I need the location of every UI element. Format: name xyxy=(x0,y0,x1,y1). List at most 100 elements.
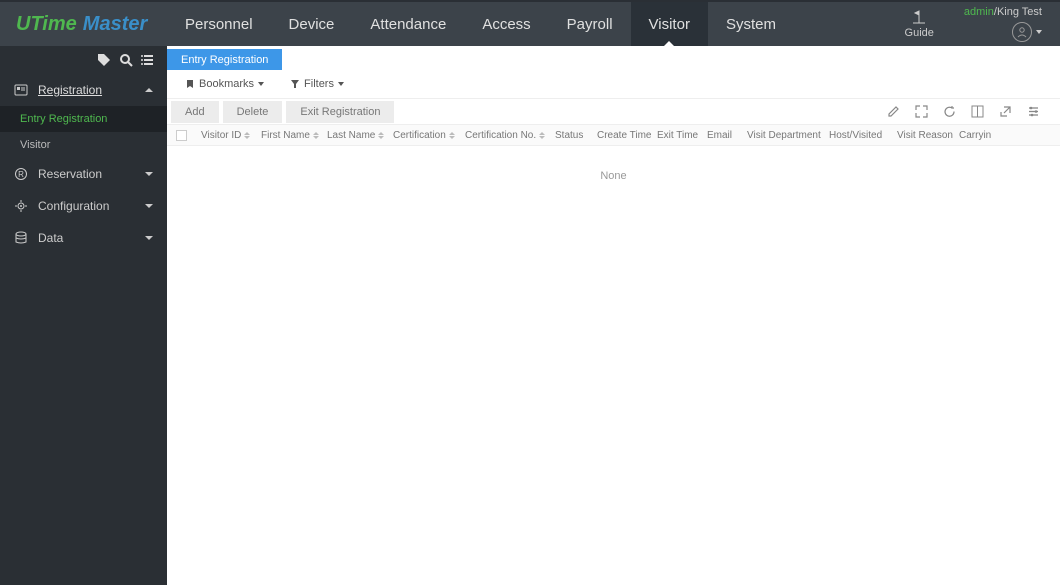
user-avatar-icon xyxy=(1012,22,1032,42)
sidebar-section-configuration[interactable]: Configuration xyxy=(0,190,167,222)
chevron-down-icon xyxy=(1036,30,1042,34)
sidebar-item-label: Registration xyxy=(38,83,135,97)
bookmarks-dropdown[interactable]: Bookmarks xyxy=(185,78,264,90)
column-header: Carryin xyxy=(953,130,989,141)
column-label: Email xyxy=(707,130,732,141)
logo-text-time: Time xyxy=(30,13,76,36)
sidebar: Registration Entry Registration Visitor … xyxy=(0,46,167,585)
column-header[interactable]: Certification No. xyxy=(459,130,549,141)
column-label: Certification No. xyxy=(465,130,536,141)
export-icon[interactable] xyxy=(998,105,1012,119)
sidebar-sub-entry-registration[interactable]: Entry Registration xyxy=(0,106,167,132)
nav-personnel[interactable]: Personnel xyxy=(167,2,271,46)
nav-payroll[interactable]: Payroll xyxy=(549,2,631,46)
data-icon xyxy=(14,231,28,245)
column-header[interactable]: Visitor ID xyxy=(195,130,255,141)
settings-icon[interactable] xyxy=(1026,105,1040,119)
main-nav: Personnel Device Attendance Access Payro… xyxy=(167,2,794,46)
list-icon[interactable] xyxy=(141,53,155,67)
button-label: Delete xyxy=(237,106,269,118)
main-area: Registration Entry Registration Visitor … xyxy=(0,46,1060,585)
tab-bar: Entry Registration xyxy=(167,46,1060,70)
refresh-icon[interactable] xyxy=(942,105,956,119)
column-label: Last Name xyxy=(327,130,375,141)
chevron-down-icon xyxy=(145,235,153,241)
column-label: Visit Reason xyxy=(897,130,953,141)
user-names: admin/King Test xyxy=(964,6,1042,18)
sort-icon xyxy=(539,132,545,139)
column-label: First Name xyxy=(261,130,310,141)
nav-label: System xyxy=(726,16,776,33)
tab-entry-registration[interactable]: Entry Registration xyxy=(167,49,282,70)
nav-system[interactable]: System xyxy=(708,2,794,46)
filters-dropdown[interactable]: Filters xyxy=(290,78,344,90)
toolbar-label: Bookmarks xyxy=(199,78,254,90)
sort-icon xyxy=(244,132,250,139)
column-header: Host/Visited xyxy=(823,130,891,141)
user-menu[interactable] xyxy=(1012,22,1042,42)
column-header[interactable]: Certification xyxy=(387,130,459,141)
search-icon[interactable] xyxy=(119,53,133,67)
configuration-icon xyxy=(14,199,28,213)
sidebar-section-reservation[interactable]: R Reservation xyxy=(0,158,167,190)
column-label: Create Time xyxy=(597,130,651,141)
nav-visitor[interactable]: Visitor xyxy=(631,2,708,46)
nav-device[interactable]: Device xyxy=(271,2,353,46)
nav-access[interactable]: Access xyxy=(464,2,548,46)
user-admin-label: admin xyxy=(964,6,994,18)
column-header: Exit Time xyxy=(651,130,701,141)
nav-label: Visitor xyxy=(649,16,690,33)
chevron-up-icon xyxy=(145,87,153,93)
sidebar-item-label: Configuration xyxy=(38,199,135,213)
chevron-down-icon xyxy=(145,171,153,177)
logo-text-u: U xyxy=(16,13,30,36)
guide-button[interactable]: Guide xyxy=(905,9,934,39)
sidebar-sub-visitor[interactable]: Visitor xyxy=(0,132,167,158)
filter-icon xyxy=(290,79,300,89)
delete-button[interactable]: Delete xyxy=(223,101,283,123)
sidebar-sub-label: Visitor xyxy=(20,139,50,151)
table-body: None xyxy=(167,146,1060,585)
bookmark-icon xyxy=(185,79,195,89)
nav-label: Attendance xyxy=(370,16,446,33)
column-label: Exit Time xyxy=(657,130,698,141)
action-icons xyxy=(886,105,1056,119)
checkbox-icon xyxy=(176,130,187,141)
tag-icon[interactable] xyxy=(97,53,111,67)
chevron-down-icon xyxy=(338,82,344,86)
chevron-down-icon xyxy=(258,82,264,86)
sort-icon xyxy=(378,132,384,139)
column-label: Carryin xyxy=(959,130,991,141)
table-header: Visitor ID First Name Last Name Certificati… xyxy=(167,124,1060,146)
toolbar-label: Filters xyxy=(304,78,334,90)
chevron-down-icon xyxy=(145,203,153,209)
column-header[interactable]: Last Name xyxy=(321,130,387,141)
column-label: Certification xyxy=(393,130,446,141)
nav-label: Access xyxy=(482,16,530,33)
column-header: Status xyxy=(549,130,591,141)
sidebar-tools xyxy=(0,46,167,74)
empty-label: None xyxy=(600,170,626,585)
column-header[interactable]: First Name xyxy=(255,130,321,141)
app-logo[interactable]: UTime Master xyxy=(0,13,167,36)
sidebar-item-label: Reservation xyxy=(38,167,135,181)
logo-text-master: Master xyxy=(83,13,147,36)
user-name-label: King Test xyxy=(997,6,1042,18)
expand-icon[interactable] xyxy=(914,105,928,119)
sidebar-sub-label: Entry Registration xyxy=(20,113,107,125)
nav-label: Personnel xyxy=(185,16,253,33)
column-header: Create Time xyxy=(591,130,651,141)
sidebar-section-registration[interactable]: Registration xyxy=(0,74,167,106)
select-all-checkbox[interactable] xyxy=(167,130,195,141)
nav-attendance[interactable]: Attendance xyxy=(352,2,464,46)
sidebar-section-data[interactable]: Data xyxy=(0,222,167,254)
column-label: Visitor ID xyxy=(201,130,241,141)
add-button[interactable]: Add xyxy=(171,101,219,123)
nav-label: Payroll xyxy=(567,16,613,33)
sort-icon xyxy=(449,132,455,139)
edit-icon[interactable] xyxy=(886,105,900,119)
exit-registration-button[interactable]: Exit Registration xyxy=(286,101,394,123)
tab-label: Entry Registration xyxy=(181,54,268,66)
svg-text:R: R xyxy=(18,170,24,179)
columns-icon[interactable] xyxy=(970,105,984,119)
